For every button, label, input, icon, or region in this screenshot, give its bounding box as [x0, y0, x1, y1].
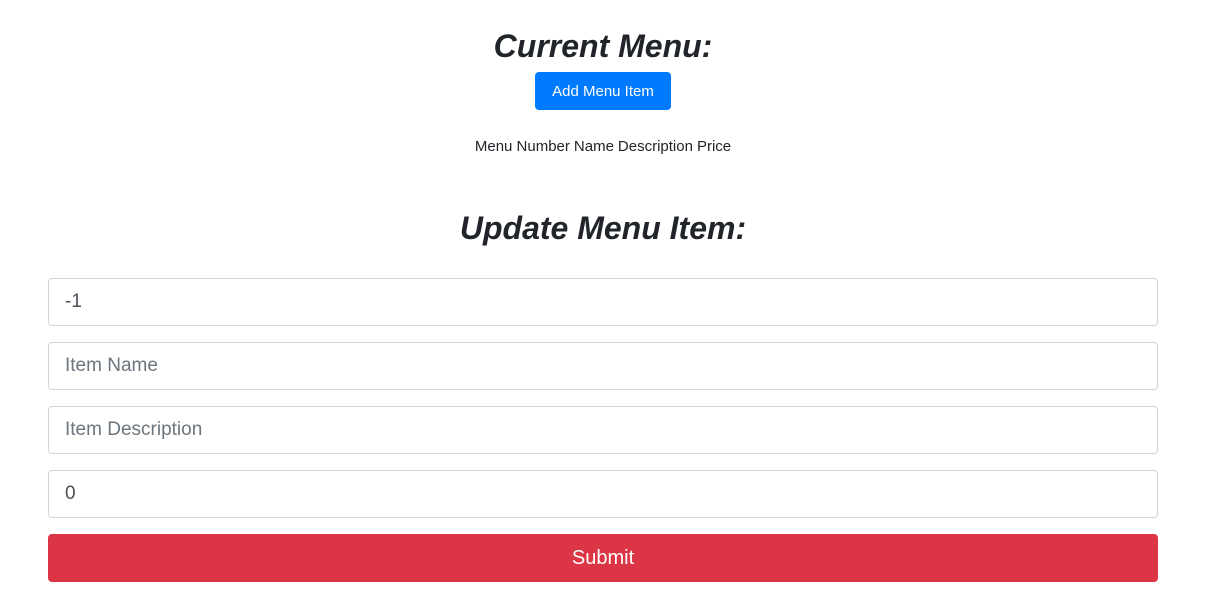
column-header-name: Name [573, 138, 614, 155]
menu-table-header: Menu Number Name Description Price [473, 137, 733, 157]
current-menu-title: Current Menu: [493, 28, 713, 64]
price-input[interactable] [48, 470, 1158, 518]
column-header-menu-number: Menu Number [474, 138, 570, 155]
submit-button[interactable]: Submit [48, 534, 1158, 582]
menu-table: Menu Number Name Description Price [0, 137, 1206, 157]
menu-table-header-row: Menu Number Name Description Price [473, 137, 733, 157]
column-header-description: Description [617, 138, 693, 155]
item-description-input[interactable] [48, 406, 1158, 454]
menu-table-grid: Menu Number Name Description Price [473, 137, 733, 157]
page: Current Menu: Add Menu Item Menu Number … [0, 0, 1213, 609]
update-menu-item-title: Update Menu Item: [459, 210, 747, 246]
item-name-input[interactable] [48, 342, 1158, 390]
column-header-price: Price [696, 138, 732, 155]
add-menu-item-button[interactable]: Add Menu Item [535, 72, 671, 110]
menu-number-input[interactable] [48, 278, 1158, 326]
